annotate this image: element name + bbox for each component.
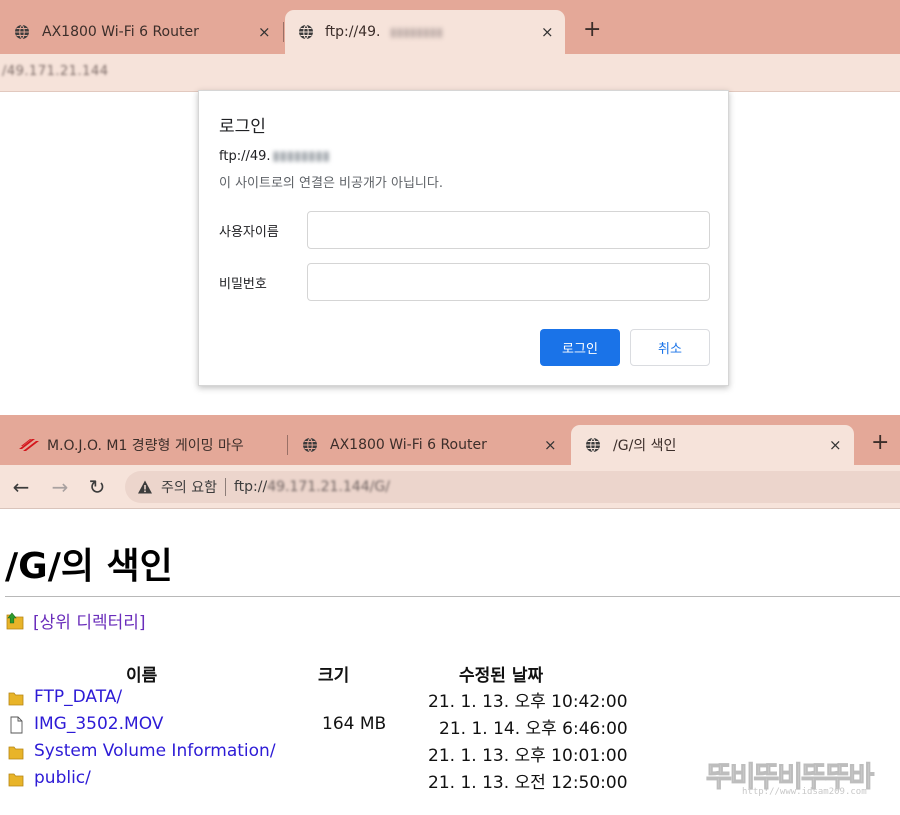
omnibox[interactable]: 주의 요함 ftp://49.171.21.144/G/ xyxy=(125,471,900,503)
globe-icon xyxy=(15,24,29,40)
globe-icon xyxy=(299,24,313,40)
url-blurred: 49.171.21.144/G/ xyxy=(267,479,390,495)
dialog-url: ftp://49. ▮▮▮▮▮▮▮▮ xyxy=(219,149,330,164)
dialog-description: 이 사이트로의 연결은 비공개가 아닙니다. xyxy=(219,176,443,191)
file-link[interactable]: System Volume Information/ xyxy=(34,741,276,761)
tab-strip: AX1800 Wi-Fi 6 Router × ftp://49. ▮▮▮▮▮▮… xyxy=(0,0,900,54)
back-button[interactable]: ← xyxy=(7,473,35,501)
omnibox-separator xyxy=(224,478,226,496)
column-header-name[interactable]: 이름 xyxy=(126,661,157,686)
parent-directory-text[interactable]: [상위 디렉터리] xyxy=(33,608,146,633)
tab-mojo[interactable]: M.O.J.O. M1 경량형 게이밍 마우 xyxy=(0,425,285,465)
table-row: IMG_3502.MOV 164 MB 21. 1. 14. 오후 6:46:0… xyxy=(0,712,900,739)
file-date: 21. 1. 13. 오후 10:42:00 xyxy=(428,692,628,712)
folder-icon xyxy=(8,773,24,787)
tab-title: AX1800 Wi-Fi 6 Router xyxy=(42,24,199,40)
parent-directory-link[interactable]: [상위 디렉터리] xyxy=(5,608,146,633)
security-warning-label[interactable]: 주의 요함 xyxy=(161,477,217,497)
bottom-browser-window: M.O.J.O. M1 경량형 게이밍 마우 AX1800 Wi-Fi 6 Ro… xyxy=(0,415,900,815)
tab-separator xyxy=(287,435,288,455)
omnibox-url: ftp://49.171.21.144/G/ xyxy=(234,479,390,495)
close-tab-icon[interactable]: × xyxy=(541,23,554,41)
url-prefix: ftp:// xyxy=(233,479,268,495)
tab-strip: M.O.J.O. M1 경량형 게이밍 마우 AX1800 Wi-Fi 6 Ro… xyxy=(0,415,900,465)
dialog-url-blurred: ▮▮▮▮▮▮▮▮ xyxy=(272,149,330,164)
tab-title-blurred: ▮▮▮▮▮▮▮▮ xyxy=(390,25,443,39)
reload-button[interactable]: ↻ xyxy=(83,473,111,501)
parent-folder-icon xyxy=(6,612,24,629)
file-date: 21. 1. 13. 오전 12:50:00 xyxy=(428,773,628,793)
tab-separator xyxy=(283,22,284,42)
forward-button[interactable]: → xyxy=(46,473,74,501)
watermark-url-text: http://www.idsam209.com xyxy=(742,787,867,797)
dialog-url-prefix: ftp://49. xyxy=(219,149,271,164)
close-tab-icon[interactable]: × xyxy=(829,436,842,454)
new-tab-button[interactable]: + xyxy=(583,17,601,42)
tab-ftp[interactable]: ftp://49. ▮▮▮▮▮▮▮▮ × xyxy=(285,10,565,54)
file-link[interactable]: public/ xyxy=(34,768,91,788)
file-date: 21. 1. 14. 오후 6:46:00 xyxy=(439,719,628,739)
tab-title: /G/의 색인 xyxy=(613,438,677,454)
file-link[interactable]: FTP_DATA/ xyxy=(34,687,122,707)
table-row: FTP_DATA/ 21. 1. 13. 오후 10:42:00 xyxy=(0,685,900,712)
tab-index-g[interactable]: /G/의 색인 × xyxy=(571,425,854,465)
address-bar[interactable]: /49.171.21.144 xyxy=(0,54,900,92)
password-label: 비밀번호 xyxy=(219,277,267,292)
file-link[interactable]: IMG_3502.MOV xyxy=(34,714,163,734)
dialog-title: 로그인 xyxy=(219,117,266,137)
close-tab-icon[interactable]: × xyxy=(544,436,557,454)
close-tab-icon[interactable]: × xyxy=(258,23,271,41)
new-tab-button[interactable]: + xyxy=(871,430,889,455)
address-url: /49.171.21.144 xyxy=(2,64,109,79)
file-date: 21. 1. 13. 오후 10:01:00 xyxy=(428,746,628,766)
divider xyxy=(5,596,900,597)
tab-router[interactable]: AX1800 Wi-Fi 6 Router × xyxy=(289,425,569,465)
tab-title: M.O.J.O. M1 경량형 게이밍 마우 xyxy=(47,438,244,454)
top-browser-window: AX1800 Wi-Fi 6 Router × ftp://49. ▮▮▮▮▮▮… xyxy=(0,0,900,410)
tab-title: AX1800 Wi-Fi 6 Router xyxy=(330,437,487,453)
folder-icon xyxy=(8,692,24,706)
username-input[interactable] xyxy=(307,211,710,249)
login-button[interactable]: 로그인 xyxy=(540,329,620,366)
username-label: 사용자이름 xyxy=(219,225,279,240)
mojo-logo-icon xyxy=(19,439,39,451)
globe-icon xyxy=(303,437,317,453)
column-header-size[interactable]: 크기 xyxy=(318,661,349,686)
password-input[interactable] xyxy=(307,263,710,301)
login-dialog: 로그인 ftp://49. ▮▮▮▮▮▮▮▮ 이 사이트로의 연결은 비공개가 아… xyxy=(198,90,729,386)
file-icon xyxy=(10,716,23,734)
globe-icon xyxy=(586,437,600,453)
page-title: /G/의 색인 xyxy=(5,546,173,587)
cancel-button[interactable]: 취소 xyxy=(630,329,710,366)
tab-router[interactable]: AX1800 Wi-Fi 6 Router × xyxy=(0,10,282,54)
warning-icon xyxy=(138,480,152,494)
navigation-toolbar: ← → ↻ 주의 요함 ftp://49.171.21.144/G/ xyxy=(0,465,900,509)
file-size: 164 MB xyxy=(322,714,387,734)
watermark: 뚜비뚜비뚜뚜바 http://www.idsam209.com xyxy=(705,755,886,803)
tab-title: ftp://49. xyxy=(325,24,381,40)
folder-icon xyxy=(8,746,24,760)
column-header-modified[interactable]: 수정된 날짜 xyxy=(459,661,543,686)
